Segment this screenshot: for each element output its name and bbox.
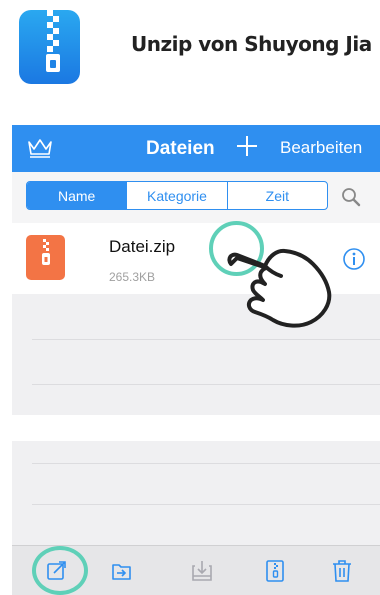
compress-icon[interactable]: [263, 559, 287, 588]
zip-file-icon: [26, 235, 65, 280]
empty-list-row: [12, 340, 380, 385]
sort-segmented-control: Name Kategorie Zeit: [26, 181, 328, 210]
crown-icon[interactable]: [26, 136, 54, 163]
empty-list-row: [12, 441, 380, 463]
sort-by-category-tab[interactable]: Kategorie: [126, 182, 226, 209]
empty-list-row: [12, 464, 380, 504]
move-to-folder-icon[interactable]: [110, 559, 134, 588]
empty-list-row: [12, 385, 380, 415]
pointing-hand-icon: [225, 242, 335, 337]
zip-app-icon: [19, 10, 80, 84]
edit-button[interactable]: Bearbeiten: [280, 138, 362, 158]
tap-highlight-ring: [32, 546, 88, 595]
file-size: 265.3KB: [109, 270, 156, 284]
spacer: [12, 415, 380, 441]
sort-bar: Name Kategorie Zeit: [12, 172, 380, 223]
nav-title: Dateien: [146, 138, 215, 159]
plus-icon[interactable]: [234, 133, 260, 164]
sort-by-name-tab[interactable]: Name: [27, 182, 127, 209]
app-header: Unzip von Shuyong Jia: [0, 0, 380, 100]
search-icon[interactable]: [340, 186, 362, 213]
app-title: Unzip von Shuyong Jia: [131, 32, 372, 56]
sort-by-time-tab[interactable]: Zeit: [226, 182, 327, 209]
file-name: Datei.zip: [109, 237, 176, 256]
empty-list-row: [12, 505, 380, 545]
import-icon[interactable]: [190, 559, 214, 588]
app-screen: Dateien Bearbeiten Name Kategorie Zeit D…: [12, 125, 380, 595]
info-icon[interactable]: [342, 247, 366, 276]
trash-icon[interactable]: [330, 559, 354, 588]
navigation-bar: Dateien Bearbeiten: [12, 125, 380, 172]
